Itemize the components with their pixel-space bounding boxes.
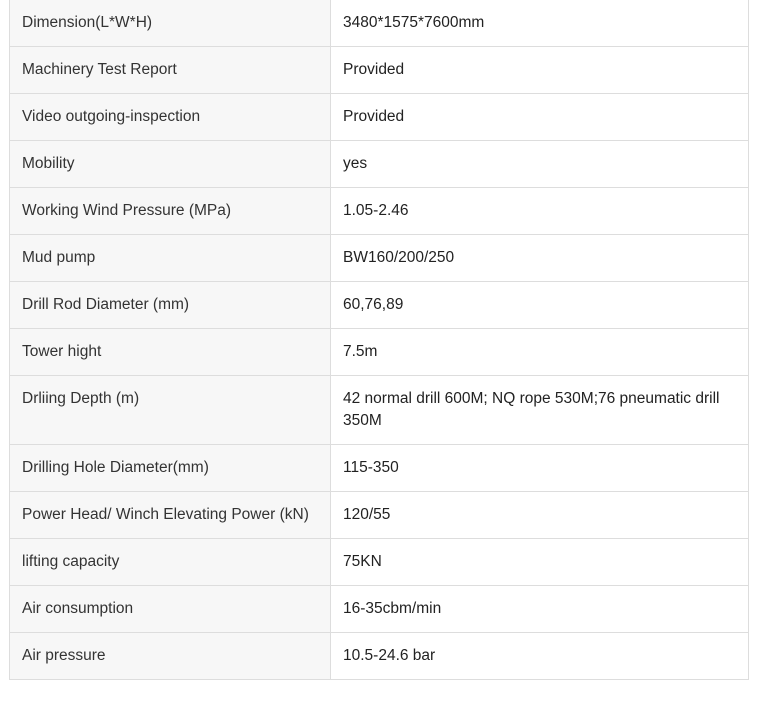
table-row: Drliing Depth (m) 42 normal drill 600M; … <box>9 375 749 445</box>
spec-value: Provided <box>330 93 749 141</box>
table-row: Machinery Test Report Provided <box>9 46 749 94</box>
table-row: Drilling Hole Diameter(mm) 115-350 <box>9 444 749 492</box>
spec-label: Video outgoing-inspection <box>9 93 331 141</box>
spec-value: 10.5-24.6 bar <box>330 632 749 680</box>
table-row: Working Wind Pressure (MPa) 1.05-2.46 <box>9 187 749 235</box>
spec-label: Working Wind Pressure (MPa) <box>9 187 331 235</box>
spec-value: 3480*1575*7600mm <box>330 0 749 47</box>
spec-table: Dimension(L*W*H) 3480*1575*7600mm Machin… <box>9 0 749 680</box>
spec-label: Drill Rod Diameter (mm) <box>9 281 331 329</box>
spec-label: Drilling Hole Diameter(mm) <box>9 444 331 492</box>
spec-value: 75KN <box>330 538 749 586</box>
spec-value: yes <box>330 140 749 188</box>
spec-label: Mobility <box>9 140 331 188</box>
spec-label: Mud pump <box>9 234 331 282</box>
spec-value: 115-350 <box>330 444 749 492</box>
table-row: Power Head/ Winch Elevating Power (kN) 1… <box>9 491 749 539</box>
spec-label: Tower hight <box>9 328 331 376</box>
spec-label: Air consumption <box>9 585 331 633</box>
table-row: lifting capacity 75KN <box>9 538 749 586</box>
spec-label: Dimension(L*W*H) <box>9 0 331 47</box>
spec-label: Machinery Test Report <box>9 46 331 94</box>
table-row: Air consumption 16-35cbm/min <box>9 585 749 633</box>
spec-value: BW160/200/250 <box>330 234 749 282</box>
table-row: Dimension(L*W*H) 3480*1575*7600mm <box>9 0 749 47</box>
spec-value: 7.5m <box>330 328 749 376</box>
table-row: Drill Rod Diameter (mm) 60,76,89 <box>9 281 749 329</box>
table-row: Mobility yes <box>9 140 749 188</box>
spec-value: 16-35cbm/min <box>330 585 749 633</box>
table-row: Video outgoing-inspection Provided <box>9 93 749 141</box>
spec-label: Air pressure <box>9 632 331 680</box>
spec-value: 42 normal drill 600M; NQ rope 530M;76 pn… <box>330 375 749 445</box>
spec-value: 1.05-2.46 <box>330 187 749 235</box>
spec-value: Provided <box>330 46 749 94</box>
table-row: Air pressure 10.5-24.6 bar <box>9 632 749 680</box>
table-row: Tower hight 7.5m <box>9 328 749 376</box>
spec-value: 60,76,89 <box>330 281 749 329</box>
spec-value: 120/55 <box>330 491 749 539</box>
table-row: Mud pump BW160/200/250 <box>9 234 749 282</box>
spec-label: Power Head/ Winch Elevating Power (kN) <box>9 491 331 539</box>
spec-label: lifting capacity <box>9 538 331 586</box>
spec-label: Drliing Depth (m) <box>9 375 331 445</box>
